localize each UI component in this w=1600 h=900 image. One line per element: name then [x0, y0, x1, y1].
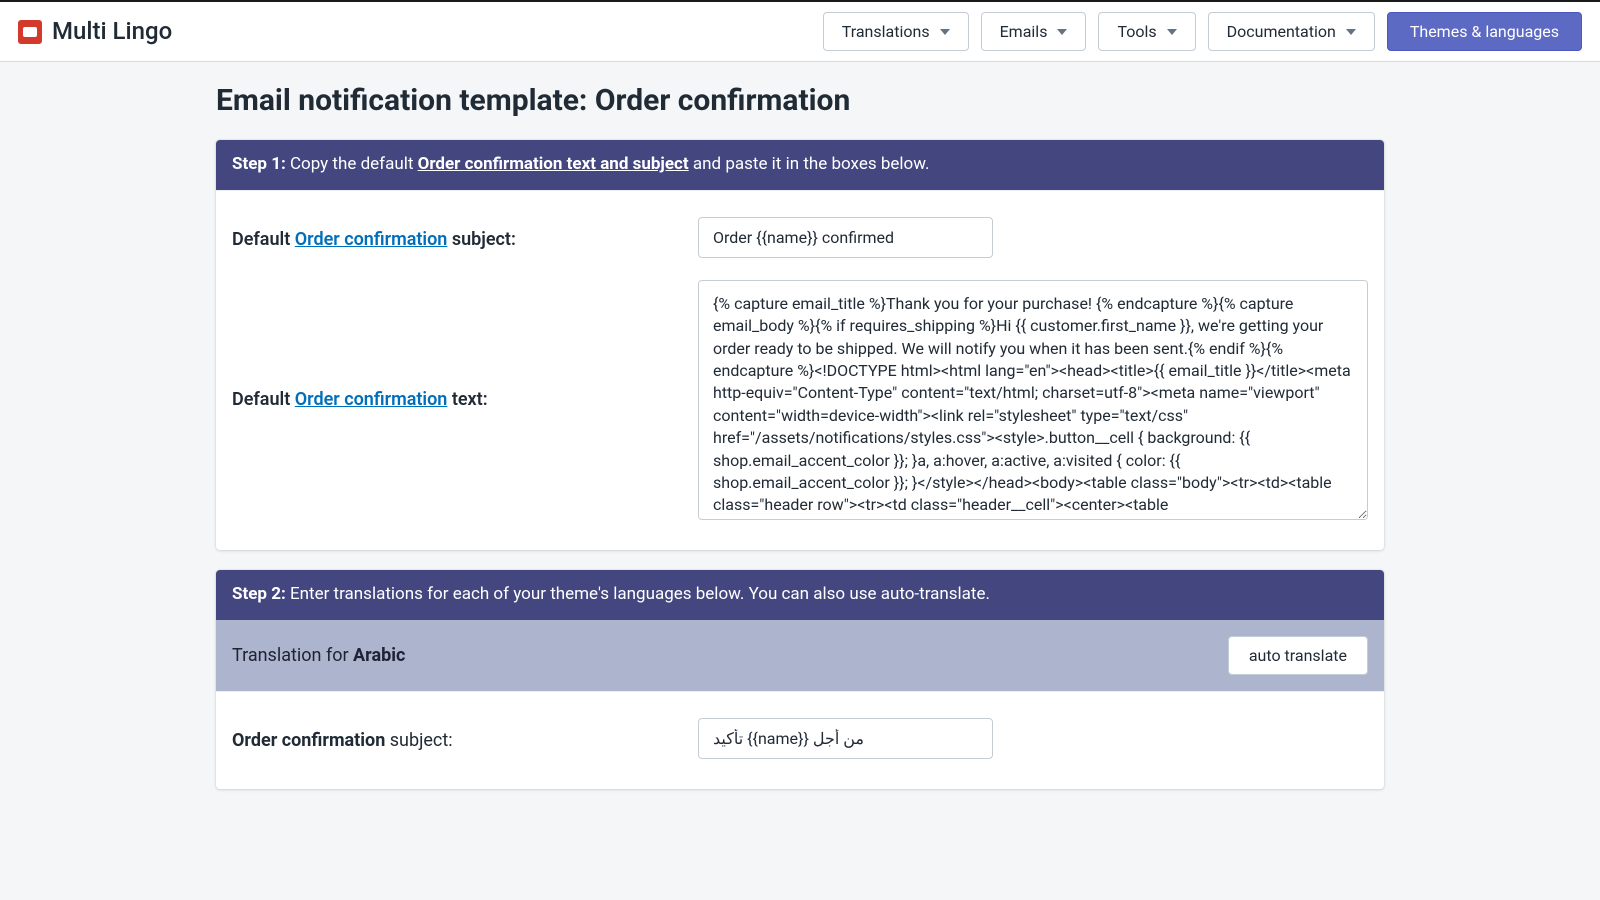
nav-documentation[interactable]: Documentation: [1208, 12, 1375, 51]
default-subject-input[interactable]: [698, 217, 993, 258]
auto-translate-button[interactable]: auto translate: [1228, 636, 1368, 675]
translation-subject-link: Order confirmation: [232, 730, 385, 751]
page-content: Email notification template: Order confi…: [200, 62, 1400, 849]
translation-subject-label: Order confirmation subject:: [232, 718, 682, 753]
step1-prefix: Copy the default: [286, 154, 418, 174]
page-title: Email notification template: Order confi…: [216, 80, 1384, 122]
default-subject-label: Default Order confirmation subject:: [232, 217, 682, 252]
brand-name: Multi Lingo: [52, 15, 172, 49]
default-subject-link[interactable]: Order confirmation: [295, 229, 448, 250]
step2-text: Enter translations for each of your them…: [286, 584, 990, 604]
label-suffix: text:: [447, 389, 487, 410]
translation-title: Translation for Arabic: [232, 643, 405, 668]
step2-label: Step 2:: [232, 584, 286, 604]
nav-emails-label: Emails: [1000, 22, 1048, 41]
translation-prefix: Translation for: [232, 645, 353, 666]
brand-logo-icon: [18, 20, 42, 44]
default-text-row: Default Order confirmation text: {% capt…: [232, 280, 1368, 520]
default-text-textarea[interactable]: {% capture email_title %}Thank you for y…: [698, 280, 1368, 520]
translation-section: Order confirmation subject:: [216, 691, 1384, 789]
chevron-down-icon: [1057, 29, 1067, 35]
nav-translations[interactable]: Translations: [823, 12, 969, 51]
translation-subject-row: Order confirmation subject:: [232, 718, 1368, 759]
step1-link[interactable]: Order confirmation text and subject: [418, 154, 689, 174]
page-scroll[interactable]: Email notification template: Order confi…: [0, 62, 1600, 900]
nav-emails[interactable]: Emails: [981, 12, 1087, 51]
default-text-link[interactable]: Order confirmation: [295, 389, 448, 410]
nav-translations-label: Translations: [842, 22, 930, 41]
step1-suffix: and paste it in the boxes below.: [689, 154, 930, 174]
step1-label: Step 1:: [232, 154, 286, 174]
top-nav: Translations Emails Tools Documentation …: [823, 12, 1582, 51]
step1-card: Step 1: Copy the default Order confirmat…: [216, 140, 1384, 550]
translation-arabic-header: Translation for Arabic auto translate: [216, 620, 1384, 691]
label-suffix: subject:: [447, 229, 516, 250]
default-text-label: Default Order confirmation text:: [232, 280, 682, 520]
top-bar: Multi Lingo Translations Emails Tools Do…: [0, 0, 1600, 62]
defaults-section: Default Order confirmation subject: Defa…: [216, 190, 1384, 550]
chevron-down-icon: [940, 29, 950, 35]
nav-themes-button[interactable]: Themes & languages: [1387, 12, 1582, 51]
step2-banner: Step 2: Enter translations for each of y…: [216, 570, 1384, 620]
nav-tools[interactable]: Tools: [1098, 12, 1195, 51]
translation-language: Arabic: [353, 645, 405, 666]
step2-card: Step 2: Enter translations for each of y…: [216, 570, 1384, 789]
label-prefix: Default: [232, 229, 295, 250]
label-prefix: Default: [232, 389, 295, 410]
chevron-down-icon: [1346, 29, 1356, 35]
step1-banner: Step 1: Copy the default Order confirmat…: [216, 140, 1384, 190]
label-suffix: subject:: [385, 730, 452, 751]
nav-documentation-label: Documentation: [1227, 22, 1336, 41]
nav-tools-label: Tools: [1117, 22, 1156, 41]
default-subject-row: Default Order confirmation subject:: [232, 217, 1368, 258]
translation-subject-input[interactable]: [698, 718, 993, 759]
chevron-down-icon: [1167, 29, 1177, 35]
brand: Multi Lingo: [18, 15, 172, 49]
